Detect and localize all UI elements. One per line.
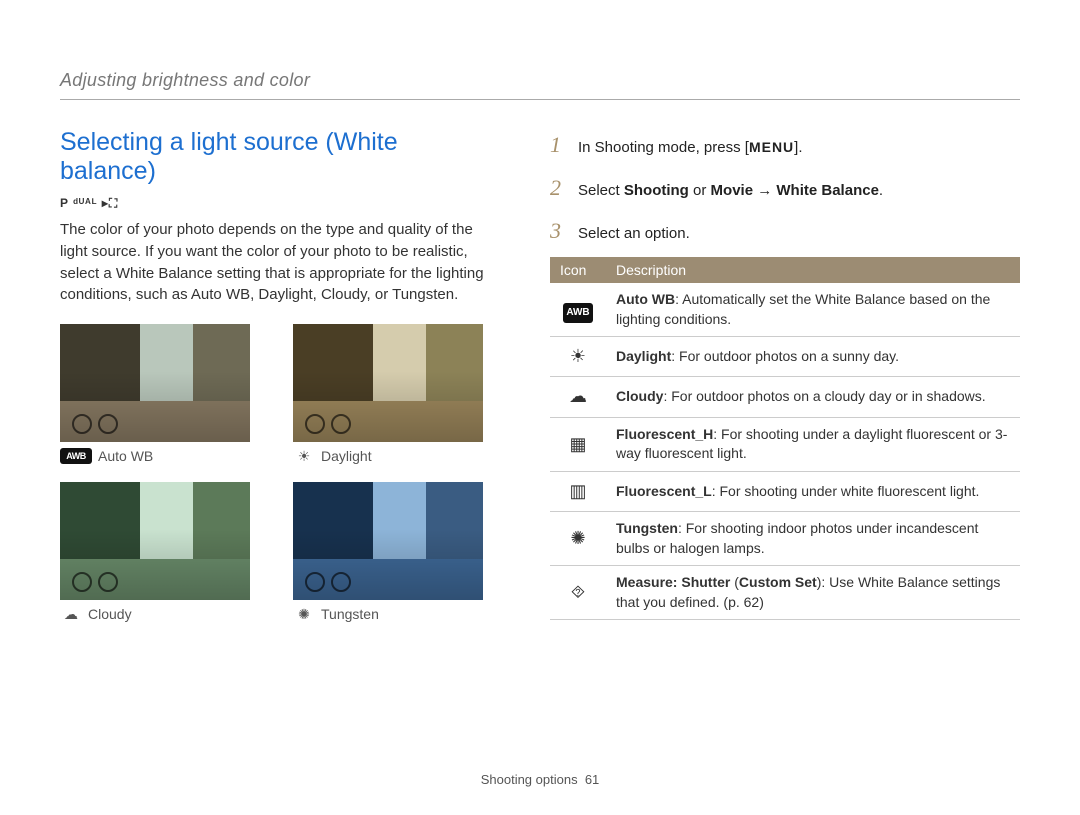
- row-description: Daylight: For outdoor photos on a sunny …: [606, 337, 1020, 377]
- thumb-label-cloudy: Cloudy: [88, 606, 132, 622]
- table-row: AWB Auto WB: Automatically set the White …: [550, 283, 1020, 337]
- thumb-image-tungsten: [293, 482, 483, 600]
- thumb-daylight: ☀ Daylight: [293, 324, 500, 464]
- footer-label: Shooting options: [481, 772, 578, 787]
- steps-list: 1 In Shooting mode, press [MENU]. 2 Sele…: [550, 128, 1020, 247]
- thumb-tungsten: ✺ Tungsten: [293, 482, 500, 622]
- step-text-1: In Shooting mode, press [MENU].: [578, 137, 1020, 160]
- step-text-2: Select Shooting or Movie → White Balance…: [578, 180, 1020, 203]
- step-number-2: 2: [550, 171, 566, 204]
- table-row: ☁Cloudy: For outdoor photos on a cloudy …: [550, 377, 1020, 417]
- thumb-label-daylight: Daylight: [321, 448, 372, 464]
- page-footer: Shooting options 61: [0, 772, 1080, 787]
- row-icon: ✺: [550, 511, 606, 565]
- th-icon: Icon: [550, 257, 606, 283]
- row-description: Cloudy: For outdoor photos on a cloudy d…: [606, 377, 1020, 417]
- thumb-cloudy: ☁ Cloudy: [60, 482, 267, 622]
- thumb-image-cloudy: [60, 482, 250, 600]
- step-number-1: 1: [550, 128, 566, 161]
- row-description: Fluorescent_L: For shooting under white …: [606, 471, 1020, 511]
- sun-icon: ☀: [293, 448, 315, 464]
- table-row: ☀Daylight: For outdoor photos on a sunny…: [550, 337, 1020, 377]
- thumb-label-autowb: Auto WB: [98, 448, 153, 464]
- section-header: Adjusting brightness and color: [60, 70, 1020, 100]
- row-description: Tungsten: For shooting indoor photos und…: [606, 511, 1020, 565]
- description-table: Icon Description AWB Auto WB: Automatical…: [550, 257, 1020, 620]
- mode-icons: P ᵈᵁᴬᴸ ▸⛶: [60, 196, 500, 211]
- thumb-image-autowb: [60, 324, 250, 442]
- row-icon: AWB: [550, 283, 606, 337]
- row-icon: ▥: [550, 471, 606, 511]
- thumb-label-tungsten: Tungsten: [321, 606, 379, 622]
- step-number-3: 3: [550, 214, 566, 247]
- awb-icon: AWB: [563, 303, 593, 323]
- cloud-icon: ☁: [60, 606, 82, 622]
- table-row: ▦Fluorescent_H: For shooting under a day…: [550, 417, 1020, 471]
- row-icon: ☁: [550, 377, 606, 417]
- th-description: Description: [606, 257, 1020, 283]
- intro-paragraph: The color of your photo depends on the t…: [60, 219, 500, 306]
- table-row: ⯑Measure: Shutter (Custom Set): Use Whit…: [550, 566, 1020, 620]
- menu-key: MENU: [749, 139, 794, 155]
- thumb-autowb: AWB Auto WB: [60, 324, 267, 464]
- awb-icon: AWB: [60, 448, 92, 464]
- footer-page-number: 61: [585, 772, 599, 787]
- row-icon: ☀: [550, 337, 606, 377]
- row-description: Fluorescent_H: For shooting under a dayl…: [606, 417, 1020, 471]
- step-text-3: Select an option.: [578, 223, 1020, 246]
- row-description: Measure: Shutter (Custom Set): Use White…: [606, 566, 1020, 620]
- thumb-image-daylight: [293, 324, 483, 442]
- page-title: Selecting a light source (White balance): [60, 128, 500, 186]
- row-description: Auto WB: Automatically set the White Bal…: [606, 283, 1020, 337]
- row-icon: ▦: [550, 417, 606, 471]
- bulb-icon: ✺: [293, 606, 315, 622]
- table-row: ▥Fluorescent_L: For shooting under white…: [550, 471, 1020, 511]
- table-row: ✺Tungsten: For shooting indoor photos un…: [550, 511, 1020, 565]
- row-icon: ⯑: [550, 566, 606, 620]
- thumbnail-grid: AWB Auto WB ☀ Daylight: [60, 324, 500, 622]
